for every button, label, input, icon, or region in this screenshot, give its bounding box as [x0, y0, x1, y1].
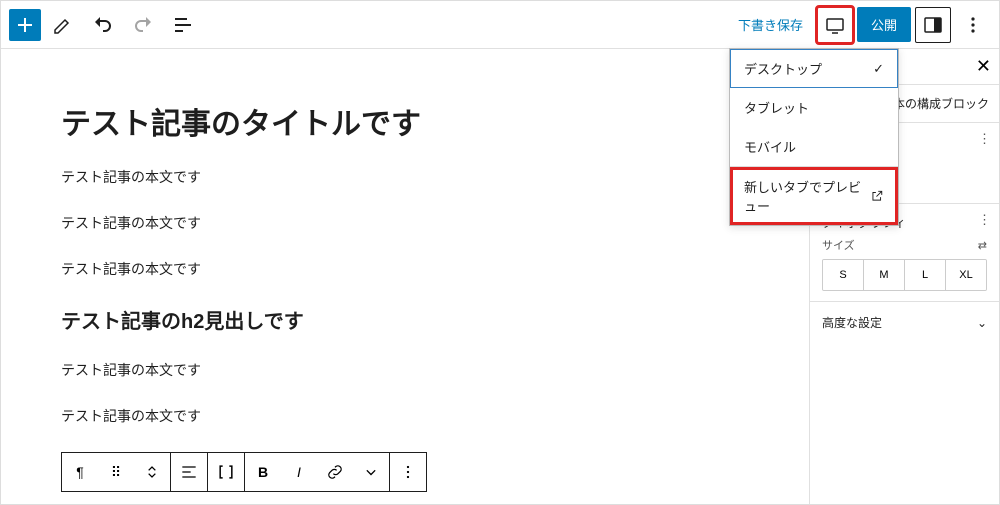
paragraph-block[interactable]: テスト記事の本文です [61, 167, 749, 187]
paragraph-block[interactable]: テスト記事の本文です [61, 259, 749, 279]
size-m-button[interactable]: M [864, 260, 905, 290]
save-draft-button[interactable]: 下書き保存 [728, 7, 813, 42]
pilcrow-icon: ¶ [76, 464, 84, 480]
chevron-down-icon [361, 462, 381, 482]
post-title[interactable]: テスト記事のタイトルです [61, 99, 749, 143]
editor-canvas[interactable]: テスト記事のタイトルです テスト記事の本文です テスト記事の本文です テスト記事… [1, 49, 809, 504]
check-icon: ✓ [873, 61, 884, 77]
advanced-settings-toggle[interactable]: 高度な設定 ⌄ [810, 302, 999, 343]
pencil-icon [51, 13, 75, 37]
redo-icon [131, 13, 155, 37]
external-link-icon [870, 188, 884, 204]
section-options-button[interactable]: ⋮ [978, 131, 991, 147]
italic-button[interactable]: I [281, 453, 317, 491]
link-icon [325, 462, 345, 482]
close-sidebar-button[interactable]: ✕ [976, 56, 991, 77]
width-button[interactable] [208, 453, 244, 491]
align-button[interactable] [171, 453, 207, 491]
more-options-button[interactable] [955, 7, 991, 43]
settings-sidebar-toggle[interactable] [915, 7, 951, 43]
block-toolbar: ¶ ⠿ B I [61, 452, 427, 492]
sidebar-icon [921, 13, 945, 37]
block-more-button[interactable] [390, 453, 426, 491]
link-button[interactable] [317, 453, 353, 491]
size-label: サイズ [822, 237, 855, 253]
bold-button[interactable]: B [245, 453, 281, 491]
chevron-updown-icon [142, 462, 162, 482]
add-block-button[interactable] [9, 9, 41, 41]
bold-icon: B [258, 464, 268, 480]
top-toolbar: 下書き保存 公開 [1, 1, 999, 49]
chevron-down-icon: ⌄ [977, 316, 987, 330]
italic-icon: I [297, 464, 301, 480]
undo-icon [91, 13, 115, 37]
list-icon [171, 13, 195, 37]
document-outline-button[interactable] [165, 7, 201, 43]
section-options-button[interactable]: ⋮ [978, 212, 991, 228]
advanced-label: 高度な設定 [822, 314, 882, 331]
drag-icon: ⠿ [111, 464, 121, 481]
preview-button[interactable] [817, 7, 853, 43]
move-updown-button[interactable] [134, 453, 170, 491]
sliders-icon[interactable]: ⇄ [978, 239, 987, 252]
preview-tablet-option[interactable]: タブレット [730, 88, 898, 127]
option-label: デスクトップ [744, 59, 822, 78]
paragraph-block[interactable]: テスト記事の本文です [61, 360, 749, 380]
align-icon [179, 462, 199, 482]
option-label: 新しいタブでプレビュー [744, 177, 870, 215]
heading-h2-block[interactable]: テスト記事のh2見出しです [61, 305, 749, 334]
toolbar-right: 下書き保存 公開 [728, 7, 991, 43]
redo-button[interactable] [125, 7, 161, 43]
option-label: モバイル [744, 137, 796, 156]
preview-dropdown: デスクトップ ✓ タブレット モバイル 新しいタブでプレビュー [729, 48, 899, 226]
size-s-button[interactable]: S [823, 260, 864, 290]
kebab-icon [961, 13, 985, 37]
paragraph-block[interactable]: テスト記事の本文です [61, 213, 749, 233]
paragraph-block[interactable]: テスト記事の本文です [61, 406, 749, 426]
more-rich-text-button[interactable] [353, 453, 389, 491]
drag-handle[interactable]: ⠿ [98, 453, 134, 491]
plus-icon [13, 13, 37, 37]
size-l-button[interactable]: L [905, 260, 946, 290]
option-label: タブレット [744, 98, 809, 117]
block-type-button[interactable]: ¶ [62, 453, 98, 491]
publish-button[interactable]: 公開 [857, 7, 911, 42]
undo-button[interactable] [85, 7, 121, 43]
app-window: 下書き保存 公開 テスト記事のタイトルです テスト記事の本文です テスト記事の本… [0, 0, 1000, 505]
preview-desktop-option[interactable]: デスクトップ ✓ [730, 49, 898, 88]
preview-new-tab-option[interactable]: 新しいタブでプレビュー [730, 167, 898, 225]
display-icon [823, 13, 847, 37]
tools-button[interactable] [45, 7, 81, 43]
size-xl-button[interactable]: XL [946, 260, 986, 290]
kebab-icon [398, 462, 418, 482]
brackets-icon [216, 462, 236, 482]
close-icon: ✕ [976, 56, 991, 76]
preview-mobile-option[interactable]: モバイル [730, 127, 898, 166]
font-size-buttons: S M L XL [822, 259, 987, 291]
toolbar-left [9, 7, 201, 43]
